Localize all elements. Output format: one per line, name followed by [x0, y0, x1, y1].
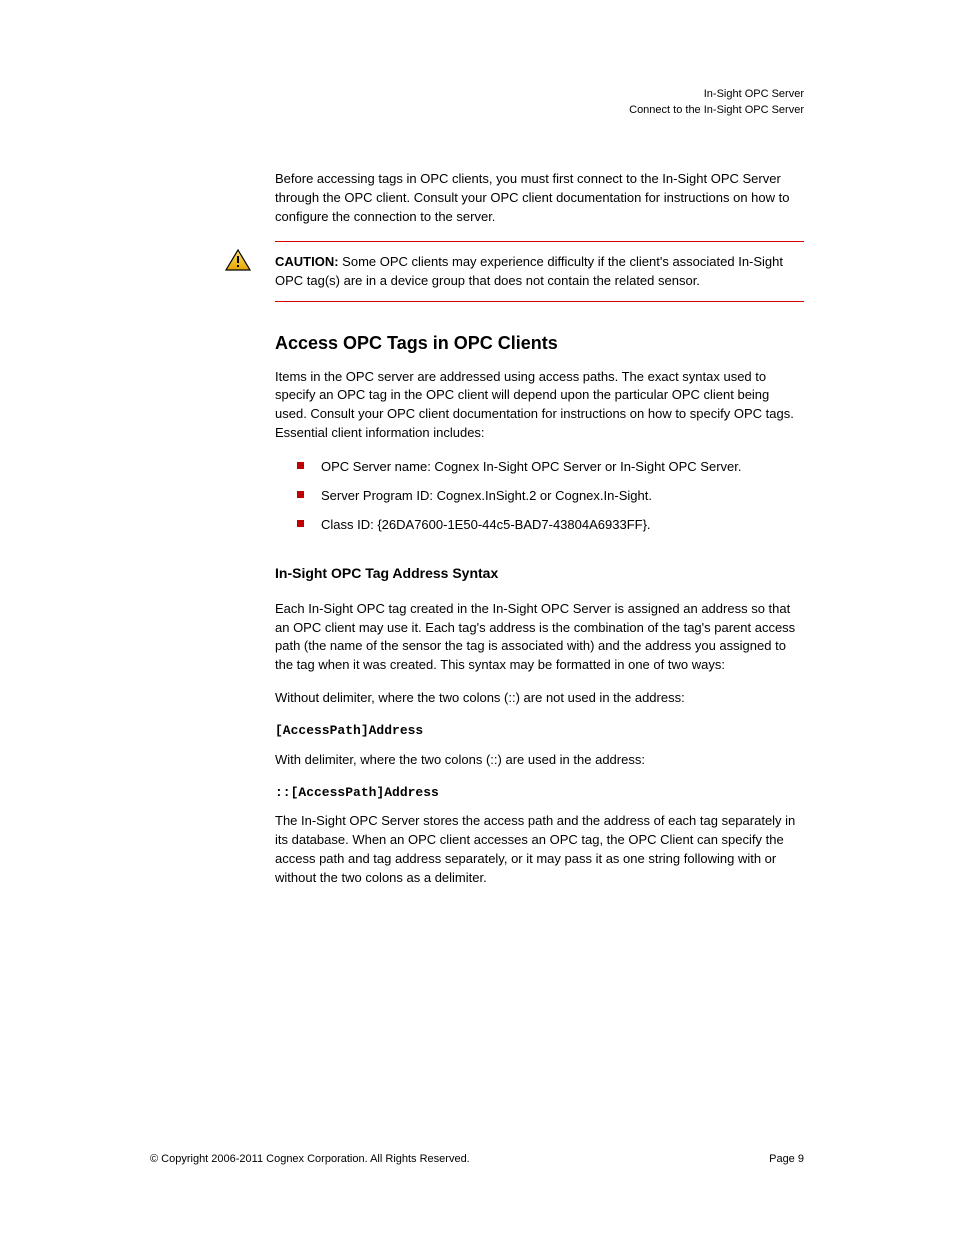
caution-text: Some OPC clients may experience difficul…	[275, 254, 783, 289]
footer-page-number: 9	[798, 1153, 804, 1165]
list-item: OPC Server name: Cognex In-Sight OPC Ser…	[297, 457, 804, 478]
footer-page-label: Page	[769, 1153, 795, 1165]
subsection-body-2: The In-Sight OPC Server stores the acces…	[275, 812, 804, 887]
section-body: Items in the OPC server are addressed us…	[275, 368, 804, 443]
intro-paragraph: Before accessing tags in OPC clients, yo…	[275, 170, 804, 227]
subsection-heading: In-Sight OPC Tag Address Syntax	[275, 563, 804, 583]
header-section-title: Connect to the In-Sight OPC Server	[629, 104, 804, 116]
caution-body: CAUTION: Some OPC clients may experience…	[275, 242, 804, 301]
caution-label: CAUTION:	[275, 254, 339, 269]
page-container: In-Sight OPC Server Connect to the In-Si…	[0, 0, 954, 1235]
with-delimiter-code: ::[AccessPath]Address	[275, 784, 804, 803]
caution-icon	[225, 249, 251, 271]
bullet-icon	[297, 491, 304, 498]
list-item: Class ID: {26DA7600-1E50-44c5-BAD7-43804…	[297, 515, 804, 536]
main-content: Before accessing tags in OPC clients, yo…	[275, 170, 804, 888]
caution-block: CAUTION: Some OPC clients may experience…	[275, 241, 804, 302]
with-delimiter-label: With delimiter, where the two colons (::…	[275, 751, 804, 770]
list-item-text: Server Program ID: Cognex.InSight.2 or C…	[321, 488, 652, 503]
header-product: In-Sight OPC Server	[704, 88, 804, 100]
section-heading: Access OPC Tags in OPC Clients	[275, 330, 804, 356]
list-item-text: Class ID: {26DA7600-1E50-44c5-BAD7-43804…	[321, 517, 651, 532]
running-header: In-Sight OPC Server Connect to the In-Si…	[150, 88, 804, 116]
bullet-list: OPC Server name: Cognex In-Sight OPC Ser…	[297, 457, 804, 535]
bullet-icon	[297, 520, 304, 527]
without-delimiter-code: [AccessPath]Address	[275, 722, 804, 741]
caution-rule-bottom	[275, 301, 804, 302]
footer-page: Page 9	[769, 1153, 804, 1165]
page-footer: © Copyright 2006-2011 Cognex Corporation…	[150, 1153, 804, 1165]
without-delimiter-label: Without delimiter, where the two colons …	[275, 689, 804, 708]
subsection-body-1: Each In-Sight OPC tag created in the In-…	[275, 600, 804, 675]
footer-copyright: © Copyright 2006-2011 Cognex Corporation…	[150, 1153, 470, 1165]
bullet-icon	[297, 462, 304, 469]
list-item-text: OPC Server name: Cognex In-Sight OPC Ser…	[321, 459, 742, 474]
list-item: Server Program ID: Cognex.InSight.2 or C…	[297, 486, 804, 507]
